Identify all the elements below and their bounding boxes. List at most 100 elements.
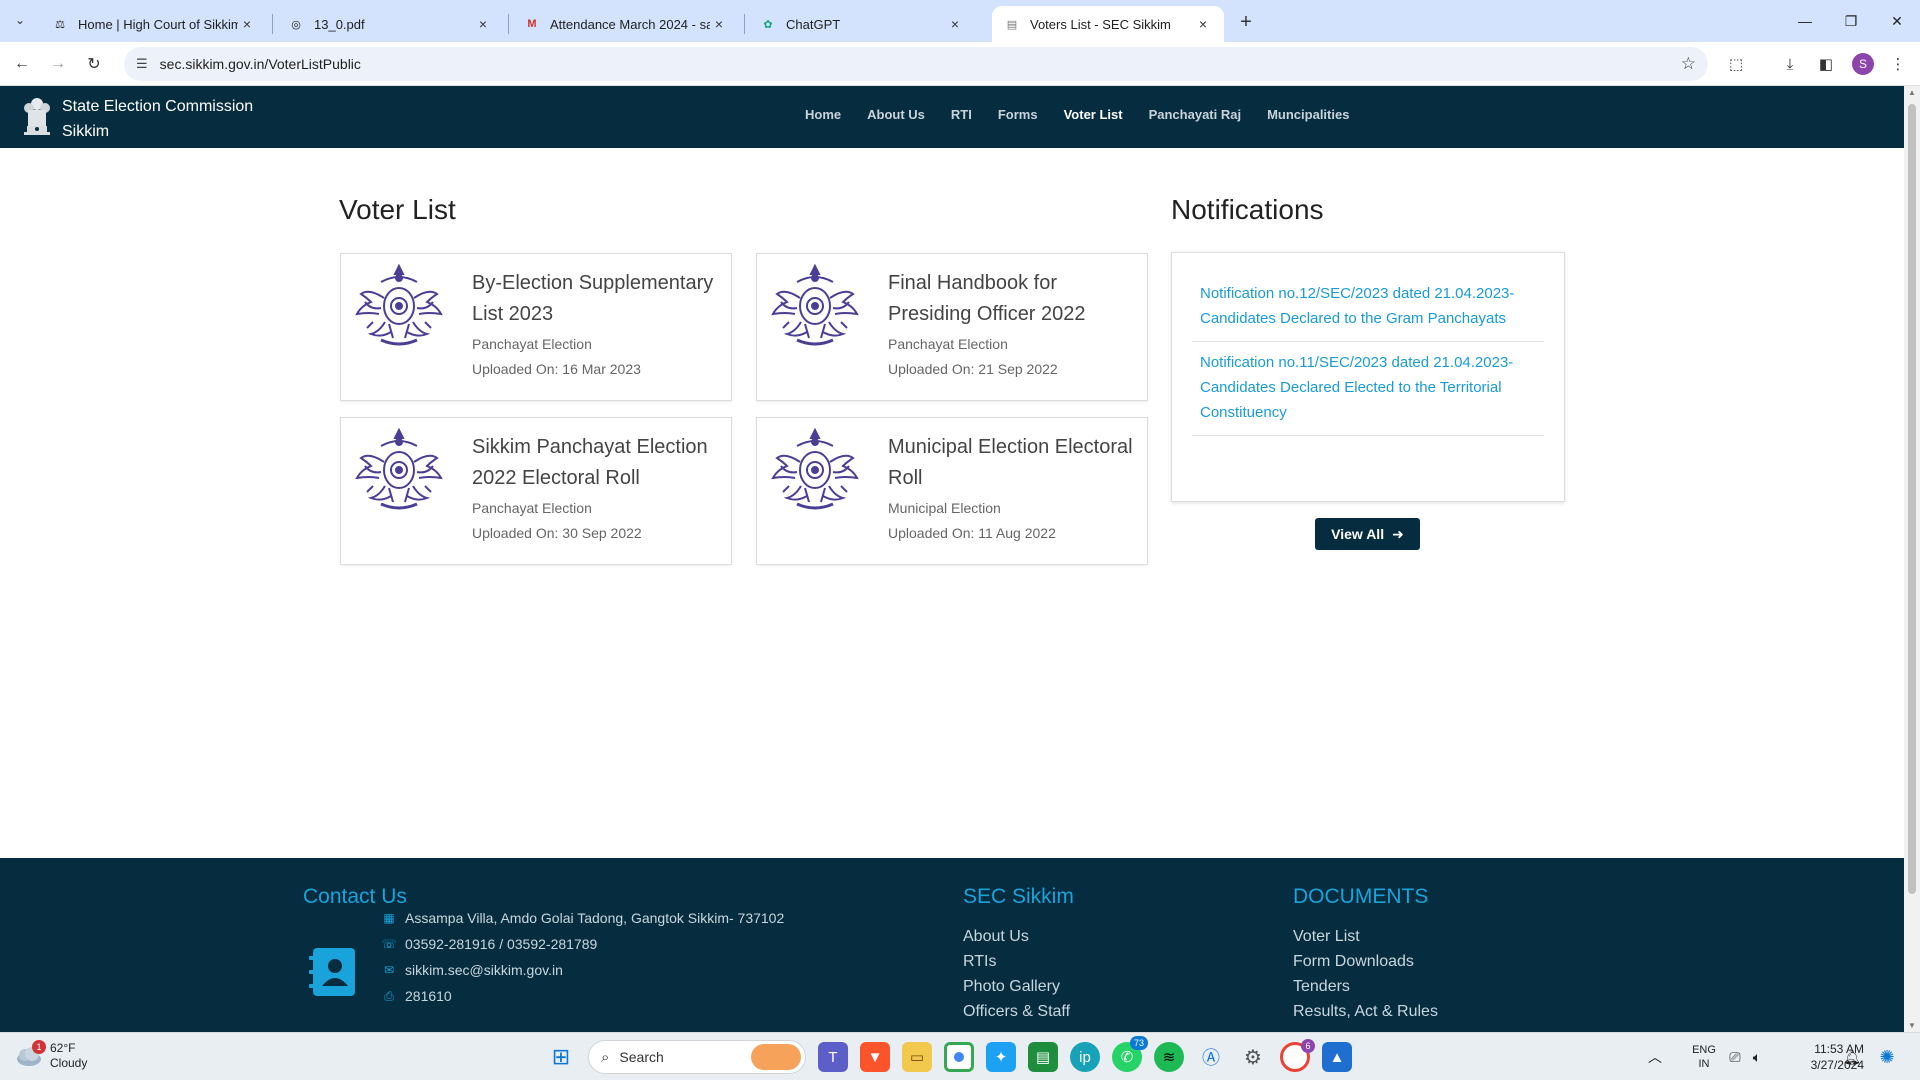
forward-icon[interactable]: →	[44, 50, 72, 78]
profile-avatar[interactable]: S	[1852, 53, 1874, 75]
settings-gear-icon[interactable]: ⚙	[1238, 1042, 1268, 1072]
site-info-icon[interactable]: ☰	[136, 56, 148, 72]
site-brand[interactable]: State Election Commission Sikkim	[62, 94, 253, 144]
nav-muncipalities[interactable]: Muncipalities	[1267, 107, 1349, 122]
address-bar[interactable]: ☰ sec.sikkim.gov.in/VoterListPublic ☆	[124, 47, 1708, 81]
building-icon: ▦	[383, 911, 395, 925]
scrollbar-thumb[interactable]	[1908, 104, 1916, 894]
notification-link[interactable]: Notification no.12/SEC/2023 dated 21.04.…	[1200, 285, 1514, 327]
restore-icon[interactable]: ❐	[1828, 0, 1874, 42]
chevron-up-icon[interactable]: ︿	[1640, 1033, 1670, 1081]
tab-search-button[interactable]: ⌄	[8, 8, 32, 32]
card-title[interactable]: By-Election Supplementary List 2023	[472, 268, 722, 330]
footer-link-results-act-rules[interactable]: Results, Act & Rules	[1293, 1003, 1438, 1021]
address-text: Assampa Villa, Amdo Golai Tadong, Gangto…	[405, 910, 785, 926]
footer-link-tenders[interactable]: Tenders	[1293, 978, 1350, 996]
bookmark-star-icon[interactable]: ☆	[1681, 54, 1696, 74]
nav-forms[interactable]: Forms	[998, 107, 1038, 122]
arrow-right-icon: ➜	[1392, 525, 1404, 542]
url-text[interactable]: sec.sikkim.gov.in/VoterListPublic	[160, 56, 361, 72]
voter-list-card[interactable]: Municipal Election Electoral Roll Munici…	[756, 417, 1148, 565]
download-icon[interactable]: ⤓	[1778, 52, 1802, 76]
back-icon[interactable]: ←	[8, 50, 36, 78]
tab-title: Home | High Court of Sikkim	[78, 16, 238, 32]
documents-heading: DOCUMENTS	[1293, 885, 1429, 908]
whatsapp-icon[interactable]: ✆ 73	[1112, 1036, 1148, 1072]
nav-panchayati-raj[interactable]: Panchayati Raj	[1149, 107, 1242, 122]
tab-voters-list[interactable]: ▤ Voters List - SEC Sikkim ×	[992, 6, 1224, 42]
footer-email: ✉ sikkim.sec@sikkim.gov.in	[381, 962, 563, 978]
nav-about-us[interactable]: About Us	[867, 107, 925, 122]
footer-link-voter-list[interactable]: Voter List	[1293, 928, 1360, 946]
card-title[interactable]: Municipal Election Electoral Roll	[888, 432, 1138, 494]
tab-gmail[interactable]: M Attendance March 2024 - sagar ×	[512, 6, 740, 42]
voter-list-card[interactable]: Sikkim Panchayat Election 2022 Electoral…	[340, 417, 732, 565]
card-title[interactable]: Final Handbook for Presiding Officer 202…	[888, 268, 1138, 330]
new-tab-button[interactable]: +	[1232, 8, 1260, 36]
email-text[interactable]: sikkim.sec@sikkim.gov.in	[405, 962, 563, 978]
footer-link-photo-gallery[interactable]: Photo Gallery	[963, 978, 1060, 996]
close-tab-icon[interactable]: ×	[710, 16, 728, 32]
tab-chatgpt[interactable]: ✿ ChatGPT ×	[748, 6, 976, 42]
nav-home[interactable]: Home	[805, 107, 841, 122]
close-tab-icon[interactable]: ×	[1194, 16, 1212, 32]
nav-rti[interactable]: RTI	[951, 107, 972, 122]
windows-start-icon[interactable]: ⊞	[546, 1042, 576, 1072]
reload-icon[interactable]: ↻	[80, 50, 108, 78]
volume-icon[interactable]: 🔈︎	[1746, 1033, 1768, 1081]
sec-sikkim-heading: SEC Sikkim	[963, 885, 1074, 908]
tab-pdf[interactable]: ◎ 13_0.pdf ×	[276, 6, 504, 42]
nav-voter-list[interactable]: Voter List	[1064, 107, 1123, 122]
view-all-button[interactable]: View All ➜	[1315, 518, 1420, 550]
sikkim-seal-icon	[771, 264, 859, 346]
language-indicator[interactable]: ENG IN	[1680, 1033, 1728, 1081]
close-tab-icon[interactable]: ×	[946, 16, 964, 32]
weather-desc: Cloudy	[50, 1056, 88, 1070]
card-category: Municipal Election	[888, 500, 1001, 516]
network-icon[interactable]: ⎚	[1724, 1033, 1746, 1081]
footer-link-form-downloads[interactable]: Form Downloads	[1293, 953, 1414, 971]
notification-bell-icon[interactable]: 🔔︎	[1840, 1033, 1864, 1081]
voter-list-card[interactable]: Final Handbook for Presiding Officer 202…	[756, 253, 1148, 401]
copilot-icon[interactable]: ✺	[1872, 1033, 1902, 1081]
app-store-icon[interactable]: Ⓐ	[1196, 1042, 1226, 1072]
twitter-icon[interactable]: ✦	[986, 1042, 1016, 1072]
search-placeholder: Search	[619, 1049, 664, 1065]
chrome-profile-icon[interactable]: 6	[1280, 1039, 1315, 1072]
national-emblem-logo[interactable]	[18, 92, 56, 138]
menu-kebab-icon[interactable]: ⋮	[1886, 52, 1910, 76]
close-tab-icon[interactable]: ×	[474, 16, 492, 32]
photos-icon[interactable]: ▲	[1322, 1042, 1352, 1072]
weather-widget[interactable]: 1 62°F Cloudy	[14, 1040, 88, 1071]
card-title[interactable]: Sikkim Panchayat Election 2022 Electoral…	[472, 432, 722, 494]
tab-title: ChatGPT	[786, 16, 841, 32]
chrome-icon[interactable]	[944, 1042, 974, 1072]
spotify-icon[interactable]: ≋	[1154, 1042, 1184, 1072]
taskbar-search[interactable]: ⌕ Search	[588, 1040, 806, 1074]
fax-icon: ⎙	[384, 988, 394, 1003]
scroll-up-icon[interactable]: ▲	[1904, 88, 1920, 97]
extensions-icon[interactable]: ⬚	[1724, 52, 1748, 76]
page-scrollbar[interactable]: ▲ ▼	[1904, 86, 1920, 1032]
ip-app-icon[interactable]: ip	[1070, 1042, 1100, 1072]
search-icon: ⌕	[601, 1048, 610, 1066]
tab-high-court[interactable]: ⚖ Home | High Court of Sikkim ×	[40, 6, 268, 42]
voter-list-card[interactable]: By-Election Supplementary List 2023 Panc…	[340, 253, 732, 401]
card-category: Panchayat Election	[888, 336, 1008, 352]
notification-link[interactable]: Notification no.11/SEC/2023 dated 21.04.…	[1200, 354, 1513, 421]
footer-link-rtis[interactable]: RTIs	[963, 953, 996, 971]
side-panel-icon[interactable]: ◧	[1814, 52, 1838, 76]
brave-icon[interactable]: ▼	[860, 1042, 890, 1072]
file-explorer-icon[interactable]: ▭	[902, 1042, 932, 1072]
minimize-icon[interactable]: —	[1782, 0, 1828, 42]
spreadsheet-app-icon[interactable]: ▤	[1028, 1042, 1058, 1072]
footer-link-about-us[interactable]: About Us	[963, 928, 1029, 946]
teams-icon[interactable]: T	[818, 1042, 848, 1072]
footer-link-officers-staff[interactable]: Officers & Staff	[963, 1003, 1070, 1021]
footer-address: ▦ Assampa Villa, Amdo Golai Tadong, Gang…	[381, 910, 784, 926]
notifications-panel: Notification no.12/SEC/2023 dated 21.04.…	[1171, 252, 1565, 502]
windows-taskbar: 1 62°F Cloudy ⊞ ⌕ Search T ▼ ▭ ✦ ▤ ip ✆ …	[0, 1032, 1920, 1080]
close-window-icon[interactable]: ✕	[1874, 0, 1920, 42]
close-tab-icon[interactable]: ×	[238, 16, 256, 32]
scroll-down-icon[interactable]: ▼	[1904, 1021, 1920, 1030]
